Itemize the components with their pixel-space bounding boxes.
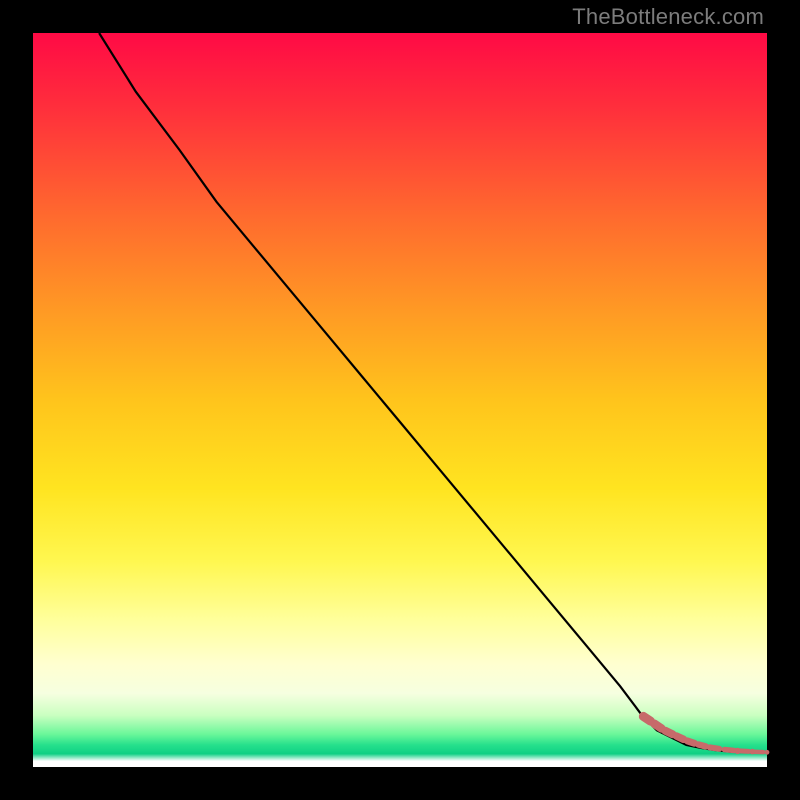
tail-dash: [665, 731, 672, 734]
chart-frame: TheBottleneck.com: [0, 0, 800, 800]
tail-dash: [654, 724, 661, 729]
watermark-text: TheBottleneck.com: [572, 4, 764, 30]
tail-dot: [765, 750, 770, 755]
main-curve: [99, 33, 767, 752]
tail-dot: [734, 748, 740, 754]
tail-dash: [710, 747, 720, 748]
tail-dash: [676, 736, 683, 739]
tail-dash: [698, 745, 705, 747]
tail-dash: [643, 716, 650, 721]
tail-dash: [724, 750, 734, 751]
tail-dash: [687, 741, 694, 743]
tail-dot: [750, 749, 756, 755]
tail-markers: [643, 716, 769, 754]
chart-svg: [33, 33, 767, 767]
